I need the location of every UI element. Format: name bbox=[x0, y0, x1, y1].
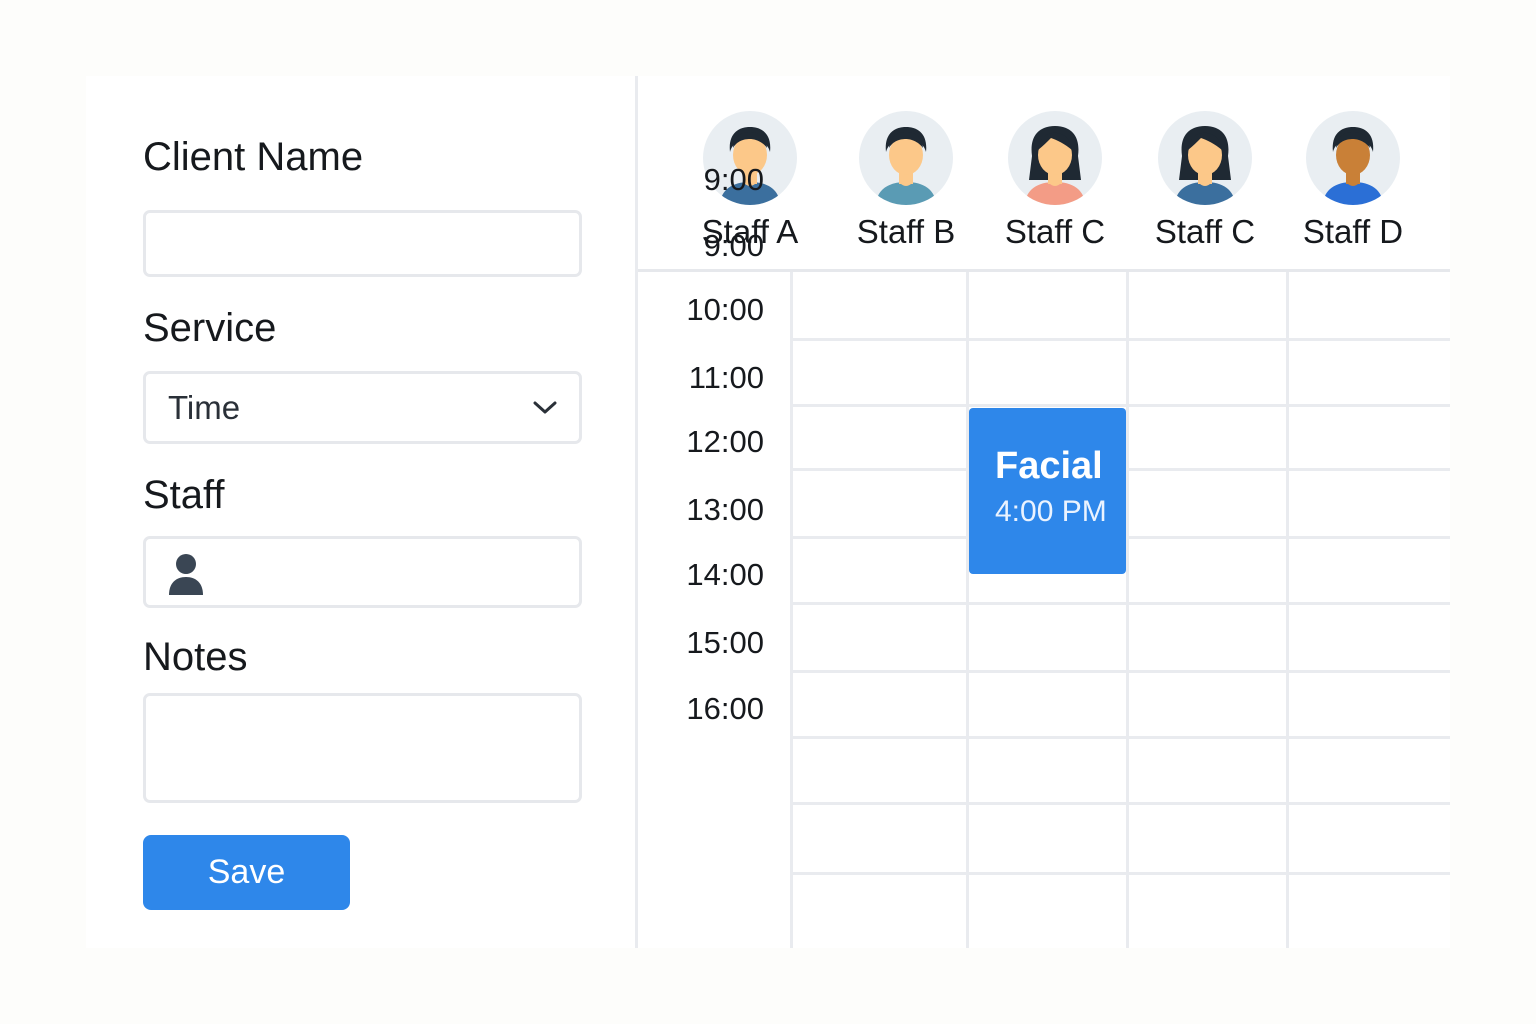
grid-row-divider bbox=[792, 404, 1450, 407]
grid-row-divider bbox=[792, 736, 1450, 739]
staff-name: Staff C bbox=[1154, 213, 1256, 250]
grid-row-divider bbox=[792, 872, 1450, 875]
time-slot-label: 9:00 bbox=[703, 162, 764, 197]
staff-avatar bbox=[859, 111, 953, 205]
staff-avatar bbox=[1158, 111, 1252, 205]
time-slot-label: 15:00 bbox=[686, 625, 764, 660]
time-grid: 9:00 9:00 10:00 11:00 12:00 13:00 14:00 15:00 16… bbox=[638, 162, 1450, 948]
appointment-block[interactable]: Facial 4:00 PM bbox=[969, 408, 1126, 574]
service-select[interactable]: Time bbox=[143, 371, 582, 444]
staff-avatar bbox=[1008, 111, 1102, 205]
person-icon bbox=[169, 554, 203, 595]
staff-label: Staff bbox=[143, 473, 225, 517]
time-slot-label: 16:00 bbox=[686, 691, 764, 726]
staff-column-header[interactable]: Staff C bbox=[980, 110, 1130, 251]
notes-textarea[interactable] bbox=[143, 693, 582, 803]
time-slot-label: 14:00 bbox=[686, 557, 764, 592]
staff-input[interactable] bbox=[143, 536, 582, 608]
staff-column-header[interactable]: Staff B bbox=[831, 110, 981, 251]
service-label: Service bbox=[143, 306, 277, 350]
schedule-grid: Staff A Staff B Staff C Staff C Staff D 9:00… bbox=[638, 76, 1450, 948]
staff-avatar bbox=[1306, 111, 1400, 205]
time-slot-label: 9:00 bbox=[703, 228, 764, 263]
notes-label: Notes bbox=[143, 635, 248, 679]
grid-column-divider bbox=[1126, 272, 1129, 948]
appointment-title: Facial bbox=[995, 445, 1103, 487]
chevron-down-icon[interactable] bbox=[533, 401, 557, 415]
grid-row-divider bbox=[792, 802, 1450, 805]
time-slot-label: 11:00 bbox=[688, 360, 764, 395]
booking-card: Client Name Service Time Staff Notes Sav… bbox=[86, 76, 1450, 948]
grid-row-divider bbox=[792, 602, 1450, 605]
staff-column-header[interactable]: Staff D bbox=[1278, 110, 1428, 251]
staff-name: Staff B bbox=[856, 213, 956, 250]
booking-form: Client Name Service Time Staff Notes Sav… bbox=[86, 76, 635, 948]
grid-row-divider bbox=[792, 338, 1450, 341]
grid-column-divider bbox=[790, 272, 793, 948]
staff-name: Staff D bbox=[1302, 213, 1404, 250]
service-select-value: Time bbox=[168, 388, 241, 426]
grid-row-divider bbox=[792, 670, 1450, 673]
staff-name: Staff C bbox=[1004, 213, 1106, 250]
grid-column-divider bbox=[1286, 272, 1289, 948]
time-slot-label: 13:00 bbox=[686, 492, 764, 527]
client-name-input[interactable] bbox=[143, 210, 582, 277]
grid-column-divider bbox=[966, 272, 969, 948]
client-name-label: Client Name bbox=[143, 135, 364, 179]
time-slot-label: 10:00 bbox=[686, 292, 764, 327]
save-button[interactable]: Save bbox=[143, 835, 350, 910]
time-slot-label: 12:00 bbox=[686, 424, 764, 459]
appointment-time: 4:00 PM bbox=[995, 495, 1107, 528]
staff-column-header[interactable]: Staff C bbox=[1130, 110, 1280, 251]
